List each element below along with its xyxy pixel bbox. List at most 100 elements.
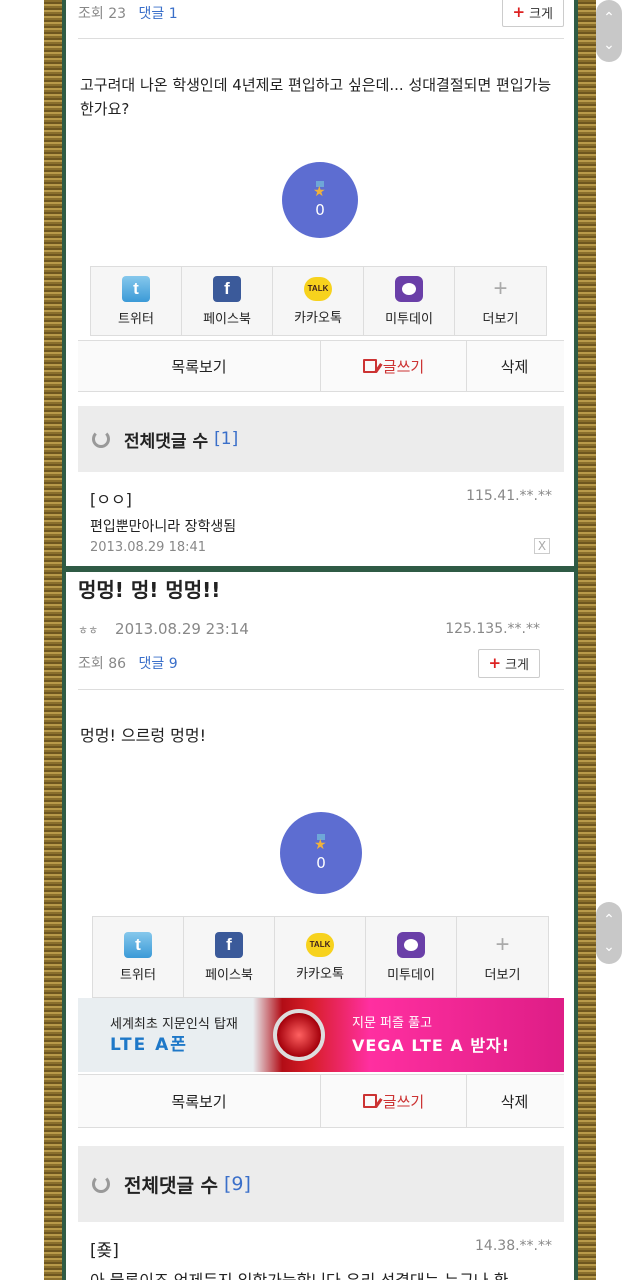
share-bar: t 트위터 f 페이스북 TALK 카카오톡 미투데이 + 더보기 [92,916,549,998]
share-label: 카카오톡 [296,966,344,982]
share-label: 페이스북 [203,311,251,327]
share-label: 미투데이 [385,311,433,327]
post-meta-row: 조회 86 댓글 9 + 크게 [78,647,564,679]
write-label: 글쓰기 [382,357,425,376]
comment-text: 아 물론이죠 언제든지 입학가능합니다 우리 성결대는 누구나 환 [90,1267,552,1280]
comments-header-label: 전체댓글 수 [124,1174,219,1197]
delete-button[interactable]: 삭제 [467,341,562,391]
share-label: 더보기 [484,967,521,983]
chevron-down-icon[interactable]: ⌄ [603,939,615,955]
comment-text: 편입뿐만아니라 장학생됨 [90,519,237,535]
kakaotalk-icon: TALK [304,276,332,301]
comments-count-link[interactable]: 댓글 1 [138,6,177,22]
divider [78,689,564,690]
comments-header: 전체댓글 수 [1] [78,406,564,472]
write-button[interactable]: 글쓰기 [321,341,467,391]
share-facebook[interactable]: f 페이스북 [184,917,275,997]
ad-text-right: 지문 퍼즐 풀고 VEGA LTE A 받자! [340,1013,510,1057]
divider [78,38,564,39]
post-body: 멍멍! 으르렁 멍멍! [80,726,207,745]
fingerprint-icon [273,1009,325,1061]
post-title: 멍멍! 멍! 멍멍!! [78,578,221,602]
views-count: 조회 23 [78,6,127,22]
me2day-icon [395,275,423,302]
ad-line: 세계최초 지문인식 탑재 [110,1017,238,1032]
list-button[interactable]: 목록보기 [78,341,321,391]
refresh-icon[interactable] [92,1175,110,1193]
share-more[interactable]: + 더보기 [455,267,546,335]
share-bar: t 트위터 f 페이스북 TALK 카카오톡 미투데이 + 더보기 [90,266,547,336]
post-author[interactable]: ㅎㅎ [78,624,98,637]
delete-button[interactable]: 삭제 [467,1075,562,1127]
list-button[interactable]: 목록보기 [78,1075,321,1127]
scroll-arrows[interactable]: ⌃ ⌄ [596,902,622,964]
plus-icon: + [493,274,508,302]
enlarge-button[interactable]: + 크게 [501,0,564,27]
twitter-icon: t [124,931,152,958]
chevron-down-icon[interactable]: ⌄ [603,37,615,53]
plus-icon: + [512,3,526,21]
medal-icon [312,181,328,199]
enlarge-button[interactable]: + 크게 [477,648,540,678]
frame-border-right [574,0,578,1280]
decorative-frame-right [578,0,596,1280]
share-me2day[interactable]: 미투데이 [364,267,455,335]
share-kakaotalk[interactable]: TALK 카카오톡 [273,267,364,335]
refresh-icon[interactable] [92,430,110,448]
share-label: 카카오톡 [294,310,342,326]
post-meta-row: 조회 23 댓글 1 + 크게 [78,0,564,27]
views-count: 조회 86 [78,656,127,672]
share-twitter[interactable]: t 트위터 [91,267,182,335]
chevron-up-icon[interactable]: ⌃ [603,912,615,928]
like-count: 0 [315,201,325,219]
ad-phone-image [258,998,340,1072]
post-panel-2: 멍멍! 멍! 멍멍!! ㅎㅎ 2013.08.29 23:14 125.135.… [66,572,574,1280]
share-label: 페이스북 [205,967,253,983]
write-button[interactable]: 글쓰기 [321,1075,467,1127]
facebook-icon: f [215,931,243,958]
comments-total-count: [9] [224,1173,251,1195]
ad-line: 지문 퍼즐 풀고 [352,1016,433,1031]
ad-text-left: 세계최초 지문인식 탑재 LTE A폰 [78,1015,258,1055]
pencil-icon [362,1094,377,1108]
share-kakaotalk[interactable]: TALK 카카오톡 [275,917,366,997]
comment-ip: 14.38.**.** [475,1238,552,1254]
post-action-bar: 목록보기 글쓰기 삭제 [78,340,564,392]
comment-item: [ㅇㅇ] 115.41.**.** 편입뿐만아니라 장학생됨 2013.08.2… [90,486,552,562]
share-facebook[interactable]: f 페이스북 [182,267,273,335]
comment-item: [죶] 14.38.**.** 아 물론이죠 언제든지 입학가능합니다 우리 성… [90,1236,552,1280]
comment-delete-icon[interactable]: X [534,538,550,554]
decorative-frame-left [44,0,62,1280]
pencil-icon [362,359,377,373]
share-more[interactable]: + 더보기 [457,917,548,997]
comments-count-link[interactable]: 댓글 9 [138,656,177,672]
medal-icon [313,834,329,852]
ad-vega-logo: VEGA LTE A 받자! [352,1036,511,1055]
kakaotalk-icon: TALK [306,932,334,957]
chevron-up-icon[interactable]: ⌃ [603,10,615,26]
share-label: 미투데이 [387,967,435,983]
share-label: 트위터 [118,311,154,327]
twitter-icon: t [122,275,150,302]
comment-ip: 115.41.**.** [466,488,552,504]
comments-total-count: [1] [214,429,239,449]
like-count: 0 [316,854,326,872]
like-button[interactable]: 0 [280,812,362,894]
share-label: 트위터 [120,967,156,983]
me2day-icon [397,931,425,958]
like-button[interactable]: 0 [282,162,358,238]
scroll-arrows[interactable]: ⌃ ⌄ [596,0,622,62]
post-body: 고구려대 나온 학생인데 4년제로 편입하고 싶은데... 성대결절되면 편입가… [80,76,552,118]
enlarge-label: 크게 [505,657,529,673]
post-author-row: ㅎㅎ 2013.08.29 23:14 125.135.**.** [78,619,564,639]
share-twitter[interactable]: t 트위터 [93,917,184,997]
post-action-bar: 목록보기 글쓰기 삭제 [78,1074,564,1128]
write-label: 글쓰기 [382,1092,425,1111]
share-label: 더보기 [482,311,519,327]
comments-header-label: 전체댓글 수 [124,431,209,452]
enlarge-label: 크게 [529,6,553,22]
comment-date: 2013.08.29 18:41 [90,540,207,555]
ad-banner[interactable]: 세계최초 지문인식 탑재 LTE A폰 지문 퍼즐 풀고 VEGA LTE A … [78,998,564,1072]
share-me2day[interactable]: 미투데이 [366,917,457,997]
post-ip: 125.135.**.** [445,621,540,637]
